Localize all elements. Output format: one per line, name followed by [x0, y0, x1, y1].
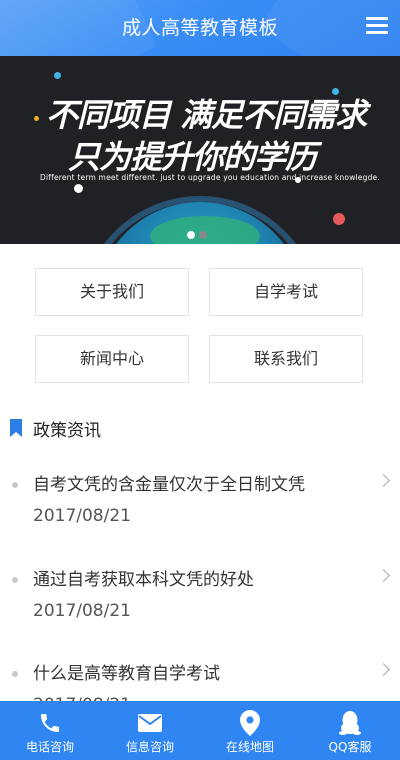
dot-decoration: [54, 72, 61, 79]
dot-decoration: [34, 116, 39, 121]
qq-service-button[interactable]: QQ客服: [300, 701, 400, 760]
banner-subheadline: 只为提升你的学历: [68, 138, 317, 176]
news-date: 2017/08/21: [33, 506, 131, 526]
carousel-dot[interactable]: [187, 231, 195, 239]
news-title: 通过自考获取本科文凭的好处: [33, 570, 254, 590]
carousel-pager: [187, 231, 207, 239]
page-title: 成人高等教育模板: [121, 17, 278, 39]
envelope-icon: [137, 710, 163, 736]
online-map-button[interactable]: 在线地图: [200, 701, 300, 760]
footer-label: 信息咨询: [125, 740, 174, 754]
news-item[interactable]: 通过自考获取本科文凭的好处 2017/08/21: [0, 563, 400, 658]
self-study-exam-button[interactable]: 自学考试: [209, 268, 363, 316]
about-us-button[interactable]: 关于我们: [35, 268, 189, 316]
menu-icon[interactable]: [366, 17, 388, 37]
chevron-right-icon: [377, 569, 390, 582]
bullet-icon: [12, 671, 18, 677]
footer-label: 在线地图: [225, 740, 274, 754]
bullet-icon: [12, 482, 18, 488]
bottom-nav: 电话咨询 信息咨询 在线地图 QQ客服: [0, 701, 400, 760]
banner-headline: 不同项目 满足不同需求: [46, 96, 367, 134]
carousel-dot[interactable]: [199, 231, 207, 239]
header: 成人高等教育模板: [0, 0, 400, 56]
chevron-right-icon: [377, 474, 390, 487]
banner-tagline: Different term meet different. just to u…: [40, 173, 380, 182]
banner-carousel[interactable]: 不同项目 满足不同需求 只为提升你的学历 Different term meet…: [0, 56, 400, 244]
news-title: 自考文凭的含金量仅次于全日制文凭: [33, 475, 305, 495]
qq-penguin-icon: [337, 710, 363, 736]
news-title: 什么是高等教育自学考试: [33, 664, 220, 684]
news-item[interactable]: 自考文凭的含金量仅次于全日制文凭 2017/08/21: [0, 468, 400, 563]
dot-decoration: [333, 213, 345, 225]
chevron-right-icon: [377, 663, 390, 676]
section-title: 政策资讯: [33, 420, 101, 441]
phone-icon: [37, 710, 63, 736]
page: 成人高等教育模板 不同项目 满足不同需求 只为提升你的学历 Different …: [0, 0, 400, 760]
message-consult-button[interactable]: 信息咨询: [100, 701, 200, 760]
news-center-button[interactable]: 新闻中心: [35, 335, 189, 383]
bookmark-icon: [10, 419, 22, 437]
footer-label: 电话咨询: [25, 740, 74, 754]
map-pin-icon: [237, 710, 263, 736]
contact-us-button[interactable]: 联系我们: [209, 335, 363, 383]
news-date: 2017/08/21: [33, 601, 131, 621]
dot-decoration: [74, 184, 83, 193]
bullet-icon: [12, 577, 18, 583]
footer-label: QQ客服: [328, 740, 372, 754]
phone-consult-button[interactable]: 电话咨询: [0, 701, 100, 760]
section-header: 政策资讯: [10, 416, 101, 441]
